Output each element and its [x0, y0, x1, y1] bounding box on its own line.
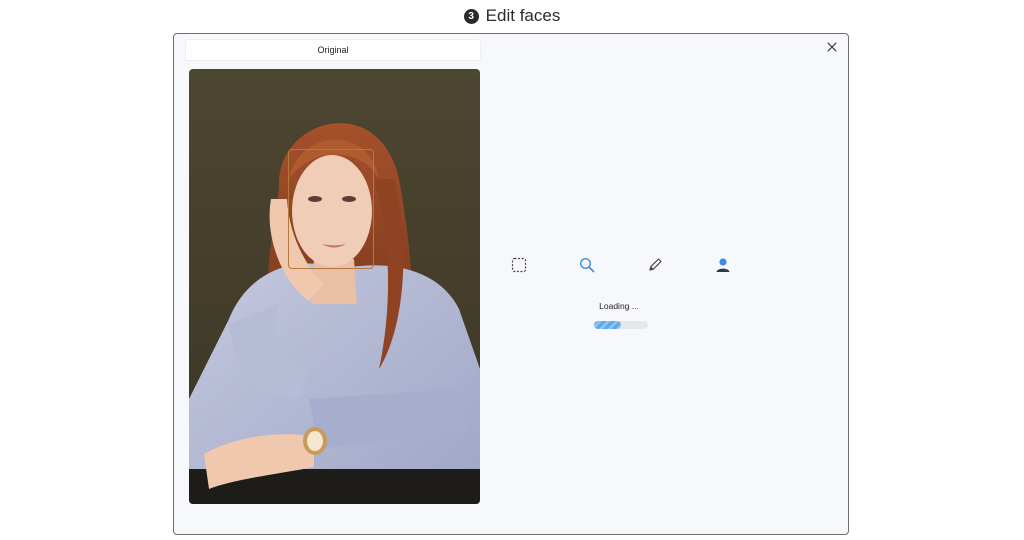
- loading-progress-bar: [594, 321, 648, 329]
- close-button[interactable]: [826, 40, 838, 52]
- close-icon: [827, 42, 837, 52]
- select-region-icon: [511, 257, 527, 273]
- person-icon: [716, 258, 730, 272]
- step-number-badge: 3: [463, 8, 479, 24]
- step-title: Edit faces: [485, 6, 561, 25]
- edit-faces-modal: Original Loading ...: [173, 33, 849, 535]
- select-region-button[interactable]: [510, 256, 528, 274]
- step-header: 3 Edit faces: [0, 6, 1024, 26]
- tab-original[interactable]: Original: [185, 39, 481, 61]
- progress-fill: [594, 321, 621, 329]
- edit-button[interactable]: [646, 256, 664, 274]
- portrait-image: [189, 69, 480, 504]
- original-photo: [189, 69, 480, 504]
- search-button[interactable]: [578, 256, 596, 274]
- search-icon: [579, 257, 595, 273]
- detected-face-box[interactable]: [288, 149, 374, 269]
- loading-label: Loading ...: [599, 301, 639, 311]
- toolbar: [510, 256, 730, 278]
- pencil-icon: [649, 258, 662, 271]
- person-button[interactable]: [714, 256, 732, 274]
